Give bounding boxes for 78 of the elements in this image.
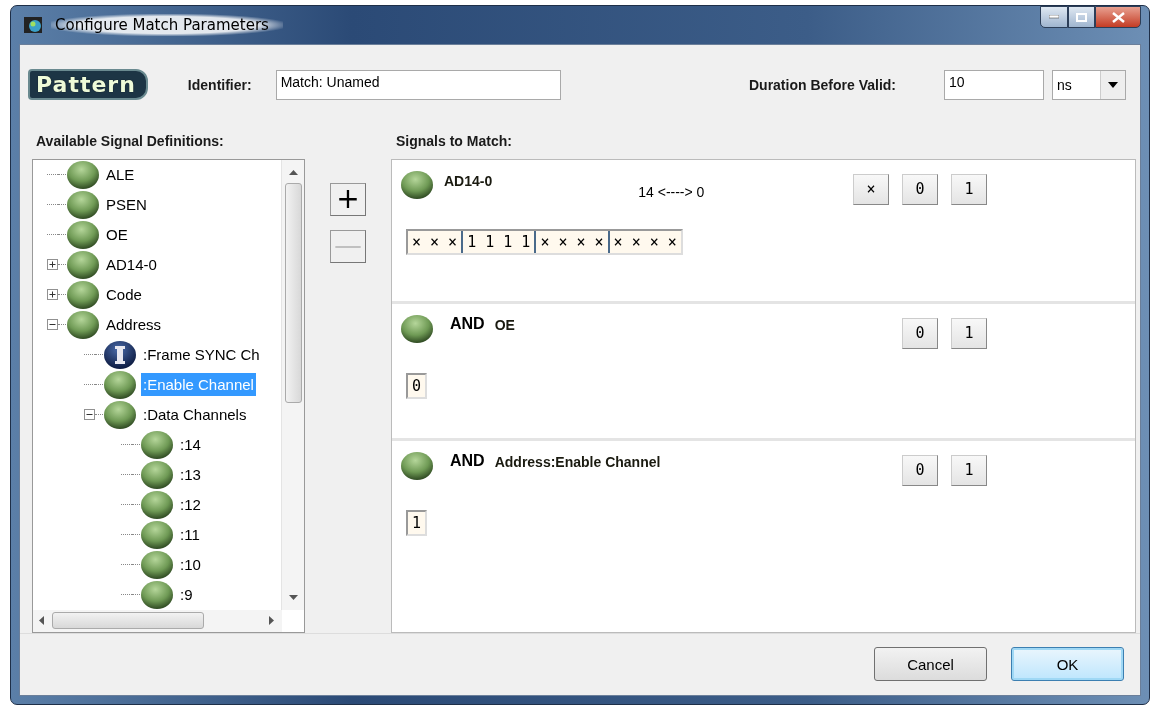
identifier-field[interactable]: Match: Unamed <box>275 69 561 100</box>
bit-value-button[interactable]: 0 <box>902 317 938 349</box>
vertical-scrollbar[interactable] <box>281 159 304 610</box>
signal-name: AD14-0 <box>444 172 493 189</box>
tree-item[interactable]: AD14-0 <box>104 253 159 276</box>
bit-value-button[interactable]: 0 <box>902 454 938 486</box>
sphere-icon <box>400 169 434 200</box>
sphere-icon <box>140 549 174 580</box>
close-button[interactable] <box>1095 6 1141 28</box>
operator-label: AND <box>450 451 485 470</box>
close-icon <box>1111 11 1125 23</box>
add-button[interactable]: + <box>330 182 366 216</box>
sphere-icon <box>66 219 100 250</box>
collapse-icon[interactable] <box>47 319 58 330</box>
tree-item[interactable]: :Frame SYNC Ch <box>141 343 262 366</box>
dropdown-arrow-icon <box>1108 81 1118 88</box>
minimize-button[interactable] <box>1040 6 1068 28</box>
bit-value-button[interactable]: × <box>853 173 889 205</box>
sphere-icon <box>103 399 137 430</box>
horizontal-scrollbar[interactable] <box>33 609 282 632</box>
sphere-icon <box>400 313 434 344</box>
scroll-left-arrow-icon[interactable] <box>39 616 44 625</box>
tree-item[interactable]: :14 <box>178 433 203 456</box>
operator-label: AND <box>450 314 485 333</box>
tree-item[interactable]: PSEN <box>104 193 149 216</box>
bit-value-button[interactable]: 1 <box>951 173 987 205</box>
expand-icon[interactable] <box>47 289 58 300</box>
sphere-icon <box>140 429 174 460</box>
tree-item[interactable]: :13 <box>178 463 203 486</box>
duration-label: Duration Before Valid: <box>748 76 896 93</box>
sphere-icon <box>103 369 137 400</box>
info-icon <box>103 339 137 370</box>
tree-item[interactable]: :12 <box>178 493 203 516</box>
tree-item[interactable]: :9 <box>178 583 195 606</box>
bit-pattern-field[interactable]: × × × 1 1 1 1 × × × × × × × × <box>406 228 683 255</box>
tree-item[interactable]: OE <box>104 223 130 246</box>
app-icon <box>23 16 43 34</box>
bit-pattern-field[interactable]: 0 <box>406 372 428 399</box>
bit-value-button[interactable]: 1 <box>951 317 987 349</box>
signal-name: OE <box>494 316 515 333</box>
dialog-button[interactable]: Cancel <box>874 647 987 682</box>
default-button[interactable]: OK <box>1011 647 1124 682</box>
unit-dropdown[interactable]: ns <box>1052 69 1126 100</box>
maximize-button[interactable] <box>1068 6 1095 28</box>
sphere-icon <box>140 579 174 610</box>
sphere-icon <box>400 450 434 481</box>
bit-value-button[interactable]: 0 <box>902 173 938 205</box>
tree-item[interactable]: :11 <box>178 523 202 546</box>
sphere-icon <box>66 249 100 280</box>
sphere-icon <box>140 459 174 490</box>
tree-item[interactable]: Address <box>104 313 164 336</box>
bit-pattern-field[interactable]: 1 <box>406 509 428 536</box>
sphere-icon <box>66 159 100 190</box>
expand-icon[interactable] <box>47 259 58 270</box>
signals-to-match-label: Signals to Match: <box>396 132 512 151</box>
tree-item[interactable]: Code <box>104 283 144 306</box>
sphere-icon <box>66 309 100 340</box>
identifier-label: Identifier: <box>187 76 252 93</box>
sphere-icon <box>140 519 174 550</box>
window-title: Configure Match Parameters <box>51 14 283 36</box>
tree-item[interactable]: :Data Channels <box>141 403 249 426</box>
signal-name: Address:Enable Channel <box>494 453 661 470</box>
scroll-right-arrow-icon[interactable] <box>269 616 274 625</box>
bit-value-button[interactable]: 1 <box>951 454 987 486</box>
minimize-icon <box>1049 15 1059 19</box>
tree-item[interactable]: ALE <box>104 163 137 186</box>
sphere-icon <box>140 489 174 520</box>
scroll-up-arrow-icon[interactable] <box>288 169 298 175</box>
duration-field[interactable]: 10 <box>944 69 1044 100</box>
sphere-icon <box>66 279 100 310</box>
bit-range-label: 14 <----> 0 <box>638 183 705 200</box>
maximize-icon <box>1076 12 1087 22</box>
available-signals-label: Available Signal Definitions: <box>36 132 225 151</box>
sphere-icon <box>66 189 100 220</box>
collapse-icon[interactable] <box>84 409 95 420</box>
tree-item[interactable]: :10 <box>178 553 203 576</box>
pattern-badge: Pattern <box>28 69 148 101</box>
scroll-down-arrow-icon[interactable] <box>288 594 298 600</box>
